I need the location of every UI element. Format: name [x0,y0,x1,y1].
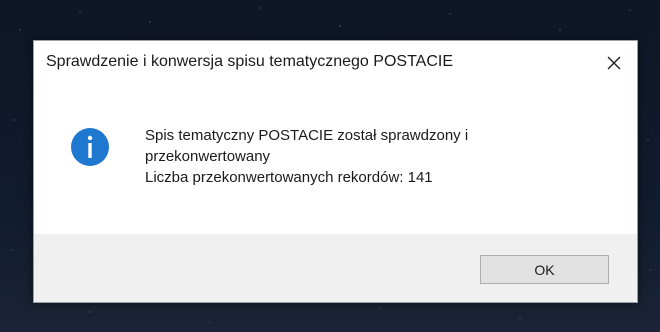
info-icon [71,128,109,166]
dialog-footer: OK [34,234,637,302]
dialog-message: Spis tematyczny POSTACIE został sprawdzo… [145,125,615,188]
message-line-2: przekonwertowany [145,148,271,165]
message-line-1: Spis tematyczny POSTACIE został sprawdzo… [145,127,469,144]
message-dialog: Sprawdzenie i konwersja spisu tematyczne… [33,40,638,303]
dialog-content: Spis tematyczny POSTACIE został sprawdzo… [34,85,637,235]
ok-button[interactable]: OK [480,255,609,284]
close-button[interactable] [591,41,637,85]
close-icon [607,56,621,70]
dialog-titlebar: Sprawdzenie i konwersja spisu tematyczne… [34,41,637,85]
message-line-3: Liczba przekonwertowanych rekordów: 141 [145,169,433,186]
dialog-title: Sprawdzenie i konwersja spisu tematyczne… [46,53,453,70]
